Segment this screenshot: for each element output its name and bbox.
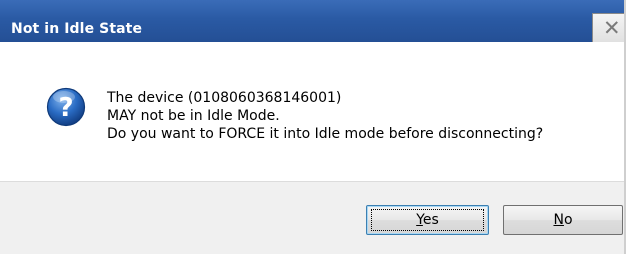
- yes-label-rest: es: [422, 212, 439, 228]
- close-button[interactable]: ✕: [592, 13, 626, 44]
- question-icon: ?: [46, 87, 86, 127]
- window-title: Not in Idle State: [11, 21, 143, 37]
- message-line-2: MAY not be in Idle Mode.: [107, 108, 280, 124]
- no-mnemonic: N: [553, 212, 564, 228]
- no-label-rest: o: [563, 212, 573, 228]
- close-icon: ✕: [603, 16, 621, 40]
- message-line-1: The device (0108060368146001): [107, 90, 342, 106]
- yes-mnemonic: Y: [416, 212, 423, 228]
- dialog-body: ? The device (0108060368146001) MAY not …: [0, 42, 626, 181]
- no-button[interactable]: No: [503, 205, 623, 235]
- message-text: The device (0108060368146001) MAY not be…: [107, 89, 543, 143]
- button-bar: Yes No: [0, 181, 626, 254]
- title-bar[interactable]: Not in Idle State ✕: [0, 0, 626, 44]
- dialog-window: Not in Idle State ✕ ? The device (010806…: [0, 0, 626, 254]
- message-line-3: Do you want to FORCE it into Idle mode b…: [107, 126, 544, 142]
- yes-button[interactable]: Yes: [366, 205, 489, 235]
- question-glyph: ?: [58, 93, 73, 123]
